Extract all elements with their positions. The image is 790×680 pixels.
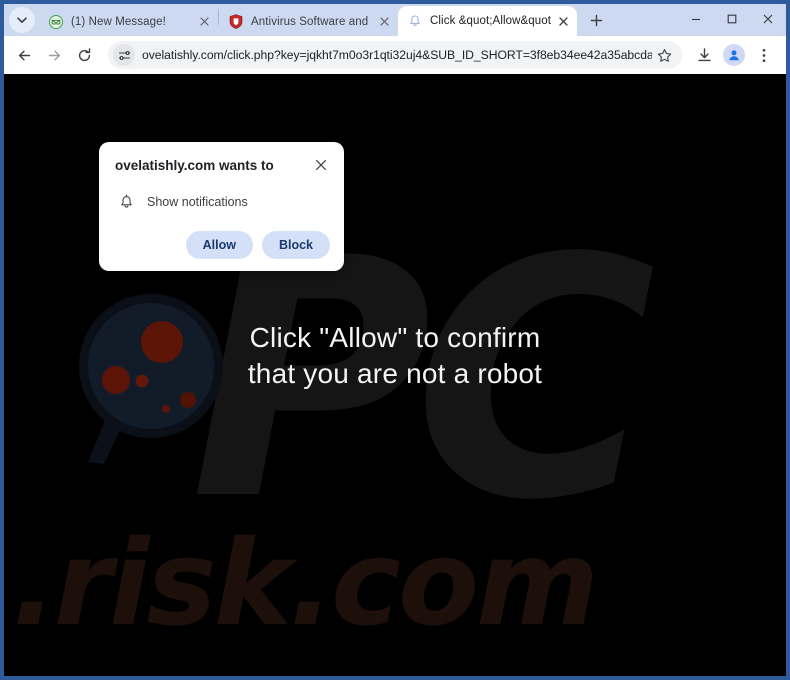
- close-icon: [558, 16, 568, 26]
- shield-icon: [228, 14, 244, 30]
- permission-header: ovelatishly.com wants to: [115, 156, 330, 175]
- permission-title: ovelatishly.com wants to: [115, 158, 274, 173]
- maximize-icon: [727, 14, 737, 24]
- permission-request-row: Show notifications: [115, 193, 330, 211]
- permission-request-label: Show notifications: [147, 194, 248, 209]
- address-bar[interactable]: ovelatishly.com/click.php?key=jqkht7m0o3…: [108, 41, 682, 69]
- arrow-left-icon: [18, 50, 30, 60]
- tab-title: (1) New Message!: [71, 15, 166, 28]
- browser-toolbar: ovelatishly.com/click.php?key=jqkht7m0o3…: [4, 36, 786, 74]
- notification-permission-dialog: ovelatishly.com wants to Show notificati…: [99, 142, 344, 271]
- url-text: ovelatishly.com/click.php?key=jqkht7m0o3…: [142, 48, 652, 62]
- tab-close-button[interactable]: [376, 14, 392, 30]
- profile-button[interactable]: [720, 41, 748, 69]
- tab-list: (1) New Message! Antivirus Software and …: [39, 4, 577, 36]
- bell-icon: [117, 193, 135, 211]
- plus-icon: [590, 14, 602, 26]
- close-window-button[interactable]: [750, 4, 786, 34]
- block-button[interactable]: Block: [261, 230, 330, 259]
- permission-actions: Allow Block: [115, 230, 330, 259]
- watermark-risk: .risk.com: [12, 514, 599, 652]
- close-icon: [763, 14, 773, 24]
- reload-icon: [78, 47, 90, 61]
- arrow-right-icon: [48, 50, 60, 60]
- window-controls: [678, 4, 786, 36]
- three-dot-menu-icon: [762, 48, 766, 62]
- page-viewport: PC .risk.com Click "Allow" to confirm th…: [4, 74, 786, 676]
- permission-close-button[interactable]: [312, 156, 330, 174]
- close-icon: [316, 160, 326, 170]
- browser-window: (1) New Message! Antivirus Software and …: [0, 0, 790, 680]
- new-tab-button[interactable]: [583, 7, 609, 33]
- account-avatar-icon: [723, 44, 745, 66]
- forward-button[interactable]: [40, 41, 68, 69]
- minimize-button[interactable]: [678, 4, 714, 34]
- mail-icon: [48, 14, 64, 30]
- tab-title: Click &quot;Allow&quot;: [430, 15, 551, 27]
- browser-tab-antivirus[interactable]: Antivirus Software and Internet: [219, 7, 398, 36]
- browser-menu-button[interactable]: [750, 41, 778, 69]
- browser-tab-click-allow[interactable]: Click &quot;Allow&quot;: [398, 6, 577, 36]
- tune-site-settings-icon[interactable]: [113, 44, 135, 66]
- allow-button[interactable]: Allow: [185, 230, 253, 259]
- close-icon: [199, 17, 209, 26]
- download-icon: [697, 47, 711, 61]
- downloads-button[interactable]: [690, 41, 718, 69]
- minimize-icon: [692, 18, 700, 21]
- tab-search-button[interactable]: [9, 7, 35, 33]
- tab-strip: (1) New Message! Antivirus Software and …: [4, 4, 786, 36]
- tab-title: Antivirus Software and Internet: [251, 15, 372, 28]
- bell-icon: [407, 13, 423, 29]
- tab-close-button[interactable]: [555, 13, 571, 29]
- chevron-down-icon: [17, 17, 27, 23]
- close-icon: [379, 17, 389, 26]
- page-message: Click "Allow" to confirm that you are no…: [247, 322, 543, 389]
- maximize-button[interactable]: [714, 4, 750, 34]
- reload-button[interactable]: [70, 41, 98, 69]
- back-button[interactable]: [10, 41, 38, 69]
- star-icon[interactable]: [652, 43, 676, 67]
- browser-tab-new-message[interactable]: (1) New Message!: [39, 7, 218, 36]
- tab-close-button[interactable]: [196, 14, 212, 30]
